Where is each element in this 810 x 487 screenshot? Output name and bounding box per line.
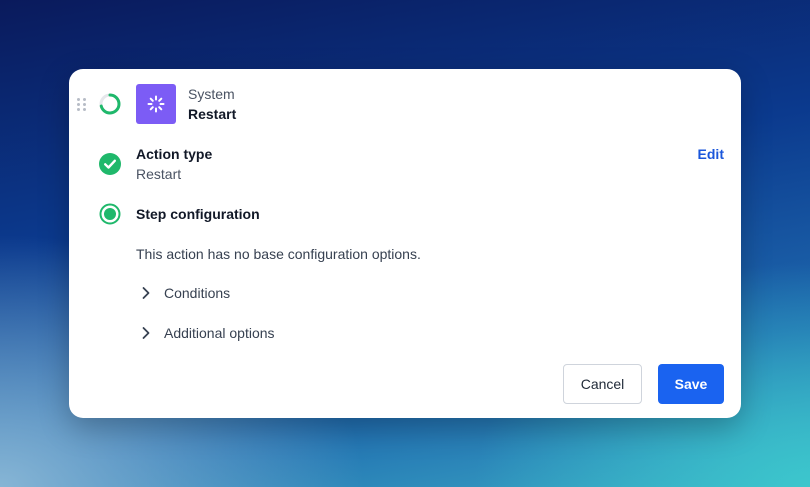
progress-ring-icon [99,93,121,115]
active-step-icon [99,203,121,225]
action-type-title: Action type [136,146,213,162]
additional-options-label: Additional options [164,325,275,341]
drag-handle-icon[interactable] [77,98,87,112]
loader-icon [147,95,165,113]
configuration-description: This action has no base configuration op… [136,246,421,262]
app-icon [136,84,176,124]
edit-action-type-link[interactable]: Edit [698,146,724,162]
step-configuration-title: Step configuration [136,206,260,222]
cancel-button[interactable]: Cancel [563,364,642,404]
step-editor-card: System Restart Action type Restart Edit … [69,69,741,418]
conditions-label: Conditions [164,285,231,301]
conditions-expander[interactable]: Conditions [136,283,230,303]
app-action-name: Restart [188,106,237,122]
app-name: System [188,86,235,102]
save-button[interactable]: Save [658,364,724,404]
chevron-right-icon [142,287,150,299]
chevron-right-icon [142,327,150,339]
action-type-value: Restart [136,166,182,182]
additional-options-expander[interactable]: Additional options [136,323,275,343]
check-circle-icon [99,153,121,175]
